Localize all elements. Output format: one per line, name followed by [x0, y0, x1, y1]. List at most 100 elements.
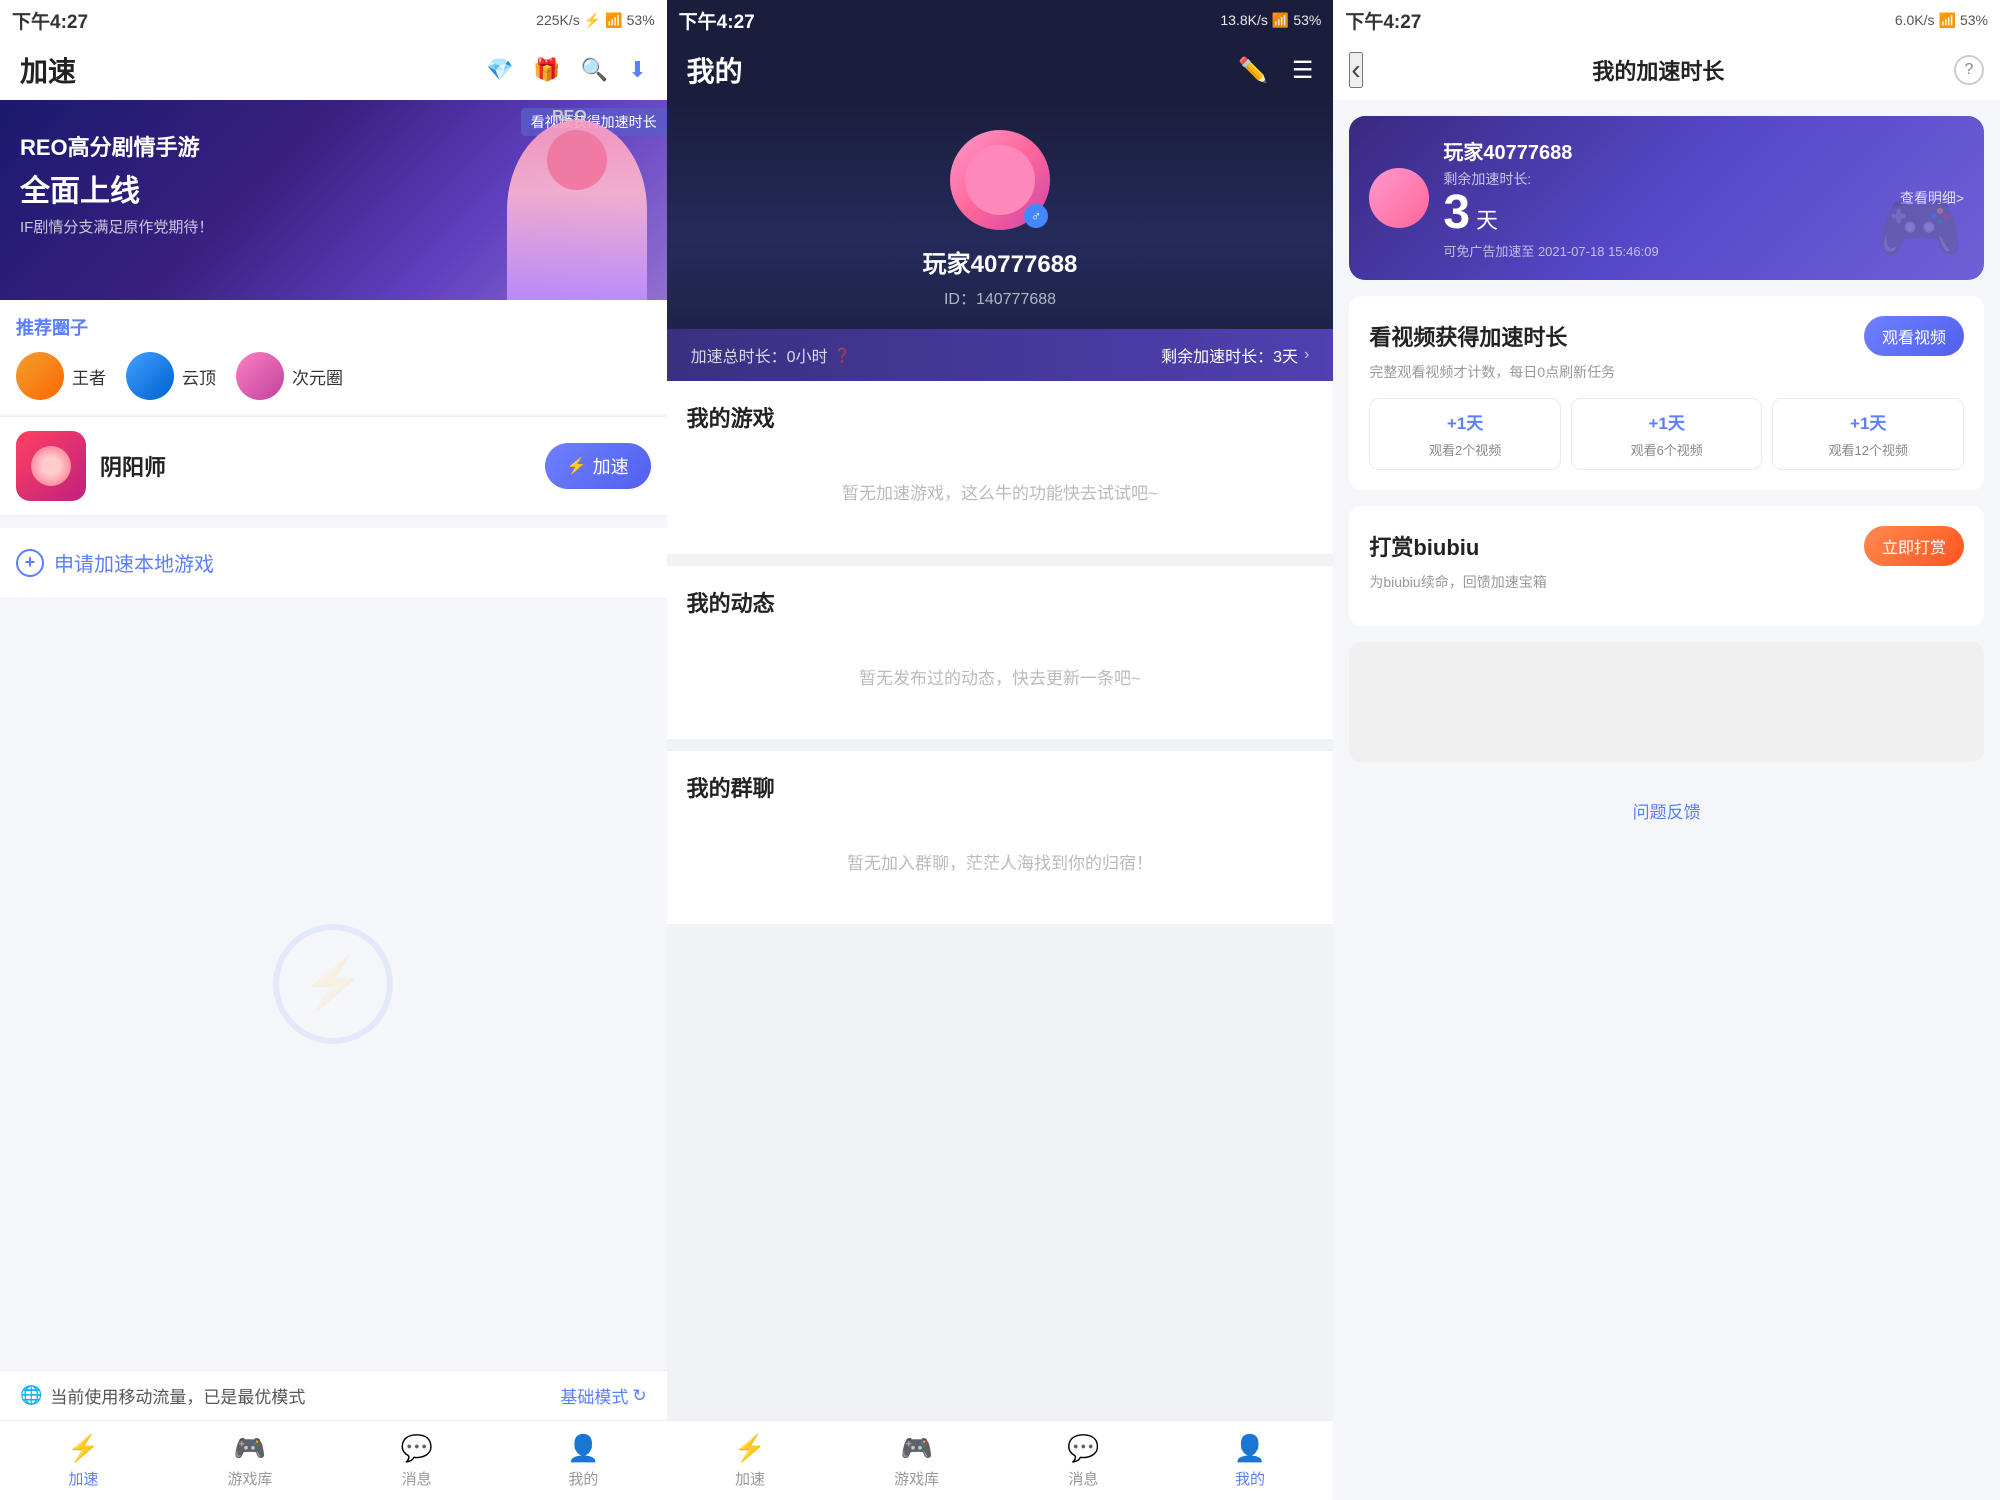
time-p1: 下午4:27 [12, 7, 88, 34]
recommend-header: 推荐圈子 [16, 314, 651, 340]
gender-badge: ♂ [1024, 204, 1048, 228]
avatar-wrap[interactable]: ♂ [950, 130, 1050, 230]
battery-p1: 53% [627, 12, 655, 28]
rec-item-2[interactable]: 次元圈 [236, 352, 343, 400]
watermark-area: ⚡ [0, 597, 667, 1370]
topbar-p1: 加速 💎 🎁 🔍 ⬇ [0, 40, 667, 100]
apply-section[interactable]: + 申请加速本地游戏 [0, 528, 667, 597]
card-date: 可免广告加速至 2021-07-18 15:46:09 [1443, 241, 1658, 260]
nav-msg-p2[interactable]: 💬 消息 [1000, 1432, 1167, 1489]
my-group-section: 我的群聊 暂无加入群聊，茫茫人海找到你的归宿！ [667, 751, 1334, 924]
feedback-link[interactable]: 问题反馈 [1349, 778, 1984, 843]
help-button[interactable]: ? [1954, 55, 1984, 85]
nav-speed-icon-p2: ⚡ [734, 1432, 766, 1464]
status-icons-p1: 225K/s ⚡ 📶 53% [536, 12, 655, 29]
game-icon-yys [16, 431, 86, 501]
back-button[interactable]: ‹ [1349, 52, 1362, 88]
reward-sub: 为biubiu续命，回馈加速宝箱 [1369, 572, 1964, 592]
nav-msg-p1[interactable]: 💬 消息 [333, 1432, 500, 1489]
game-name: 阴阳师 [100, 450, 531, 482]
nav-mine-icon-p2: 👤 [1234, 1432, 1266, 1464]
topbar-p2: 我的 ✏️ ☰ [667, 40, 1334, 100]
step-label-2: 观看12个视频 [1829, 440, 1908, 459]
chevron-right-icon: › [1304, 346, 1309, 364]
search-icon-p1[interactable]: 🔍 [581, 57, 608, 83]
nav-games-p2[interactable]: 🎮 游戏库 [833, 1432, 1000, 1489]
recommend-items: 王者 云顶 次元圈 [16, 352, 651, 400]
mode-link[interactable]: 基础模式 ↻ [560, 1383, 646, 1408]
panel2-inner: ♂ 玩家40777688 ID：140777688 加速总时长：0小时 ❓ 剩余… [667, 100, 1334, 1500]
edit-icon[interactable]: ✏️ [1238, 56, 1268, 85]
recommend-section: 推荐圈子 王者 云顶 次元圈 [0, 300, 667, 414]
my-games-title: 我的游戏 [687, 401, 1314, 433]
time-bar-right[interactable]: 剩余加速时长：3天 › [1161, 343, 1309, 367]
my-games-section: 我的游戏 暂无加速游戏，这么牛的功能快去试试吧~ [667, 381, 1334, 554]
nav-mine-icon-p1: 👤 [567, 1432, 599, 1464]
banner-line1: REO高分剧情手游 [20, 130, 213, 162]
rec-name-0: 王者 [72, 364, 106, 389]
boost-button[interactable]: ⚡ 加速 [545, 443, 651, 489]
my-activity-empty: 暂无发布过的动态，快去更新一条吧~ [687, 634, 1314, 719]
mode-text: 基础模式 [560, 1383, 628, 1408]
nav-speed-label-p2: 加速 [735, 1468, 765, 1489]
total-time: 加速总时长：0小时 [691, 343, 828, 367]
panel2-title: 我的 [687, 50, 743, 90]
nav-speed-p1[interactable]: ⚡ 加速 [0, 1432, 167, 1489]
card-avatar [1369, 168, 1429, 228]
watermark-shape: ⚡ [273, 924, 393, 1044]
rec-avatar-1 [126, 352, 174, 400]
status-bar-p3: 下午4:27 6.0K/s 📶 53% [1333, 0, 2000, 40]
nav-speed-p2[interactable]: ⚡ 加速 [667, 1432, 834, 1489]
rec-name-1: 云顶 [182, 364, 216, 389]
reward-section-header: 打赏biubiu 立即打赏 [1369, 526, 1964, 566]
wifi-icon-p3: 📶 [1939, 12, 1956, 29]
time-p2: 下午4:27 [679, 7, 755, 34]
panel1-title: 加速 [20, 50, 76, 90]
step-label-0: 观看2个视频 [1429, 440, 1501, 459]
remain-time: 剩余加速时长：3天 [1161, 343, 1298, 367]
banner-line3: IF剧情分支满足原作党期待！ [20, 216, 213, 237]
speed-p1: 225K/s [536, 12, 580, 28]
diamond-icon[interactable]: 💎 [486, 57, 513, 83]
gift-icon[interactable]: 🎁 [533, 57, 560, 83]
step-item-0: +1天 观看2个视频 [1369, 398, 1561, 470]
lightning-icon: ⚡ [567, 456, 587, 476]
rec-item-1[interactable]: 云顶 [126, 352, 216, 400]
nav-games-p1[interactable]: 🎮 游戏库 [167, 1432, 334, 1489]
step-item-1: +1天 观看6个视频 [1571, 398, 1763, 470]
status-icons-p3: 6.0K/s 📶 53% [1895, 12, 1988, 29]
rec-avatar-2 [236, 352, 284, 400]
reward-section-card: 打赏biubiu 立即打赏 为biubiu续命，回馈加速宝箱 [1349, 506, 1984, 626]
nav-games-label-p2: 游戏库 [894, 1468, 939, 1489]
time-bar[interactable]: 加速总时长：0小时 ❓ 剩余加速时长：3天 › [667, 329, 1334, 381]
nav-mine-p1[interactable]: 👤 我的 [500, 1432, 667, 1489]
panel3-title: 我的加速时长 [1592, 54, 1724, 86]
banner-text: REO高分剧情手游 全面上线 IF剧情分支满足原作党期待！ [20, 130, 213, 237]
time-p3: 下午4:27 [1345, 7, 1421, 34]
watch-video-button[interactable]: 观看视频 [1864, 316, 1964, 356]
menu-icon[interactable]: ☰ [1292, 56, 1314, 85]
my-group-title: 我的群聊 [687, 771, 1314, 803]
banner-p1[interactable]: 看视频获得加速时长 REO REO高分剧情手游 全面上线 IF剧情分支满足原作党… [0, 100, 667, 300]
speed-p3: 6.0K/s [1895, 12, 1935, 28]
nav-mine-p2[interactable]: 👤 我的 [1167, 1432, 1334, 1489]
nav-msg-icon-p2: 💬 [1067, 1432, 1099, 1464]
reward-button[interactable]: 立即打赏 [1864, 526, 1964, 566]
card-username: 玩家40777688 [1443, 136, 1658, 165]
nav-games-icon-p2: 🎮 [901, 1432, 933, 1464]
nav-msg-label-p1: 消息 [402, 1468, 432, 1489]
bottom-status: 🌐 当前使用移动流量，已是最优模式 基础模式 ↻ [0, 1370, 667, 1420]
question-icon: ❓ [834, 347, 851, 364]
step-label-1: 观看6个视频 [1631, 440, 1703, 459]
rec-item-0[interactable]: 王者 [16, 352, 106, 400]
plus-circle-icon: + [16, 549, 44, 577]
signal-icon: 📶 [605, 12, 622, 29]
topbar-icons-p2: ✏️ ☰ [1238, 56, 1313, 85]
step-plus-2: +1天 [1850, 409, 1886, 434]
topbar-p3: ‹ 我的加速时长 ? [1333, 40, 2000, 100]
nav-mine-label-p1: 我的 [568, 1468, 598, 1489]
download-icon[interactable]: ⬇ [628, 57, 646, 83]
my-group-empty: 暂无加入群聊，茫茫人海找到你的归宿！ [687, 819, 1314, 904]
bottom-nav-p2: ⚡ 加速 🎮 游戏库 💬 消息 👤 我的 [667, 1420, 1334, 1500]
my-games-empty: 暂无加速游戏，这么牛的功能快去试试吧~ [687, 449, 1314, 534]
